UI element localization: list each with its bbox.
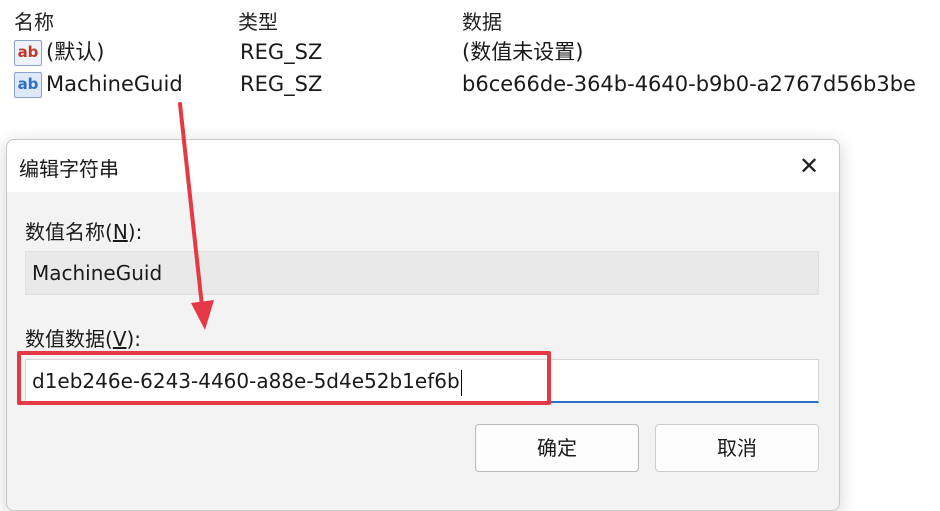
ok-button[interactable]: 确定 [475, 424, 639, 472]
row-name: (默认) [46, 40, 105, 64]
row-type: REG_SZ [240, 40, 323, 64]
string-value-icon: ab [14, 72, 42, 98]
dialog-title: 编辑字符串 [19, 157, 119, 181]
column-header-name[interactable]: 名称 [14, 6, 54, 35]
value-name-field: MachineGuid [25, 251, 819, 295]
registry-row-machineguid[interactable]: ab MachineGuid REG_SZ b6ce66de-364b-4640… [0, 68, 940, 100]
row-data: b6ce66de-364b-4640-b9b0-a2767d56b3be [462, 72, 916, 96]
dialog-titlebar[interactable]: 编辑字符串 ✕ [7, 140, 839, 192]
red-highlight-box [17, 351, 551, 405]
value-data-label: 数值数据(V): [25, 327, 142, 351]
value-name-label: 数值名称(N): [25, 220, 143, 244]
registry-row-default[interactable]: ab (默认) REG_SZ (数值未设置) [0, 36, 940, 68]
row-data: (数值未设置) [462, 40, 584, 64]
cancel-button[interactable]: 取消 [655, 424, 819, 472]
column-header-data[interactable]: 数据 [462, 6, 502, 35]
string-value-icon: ab [14, 40, 42, 66]
edit-string-dialog: 编辑字符串 ✕ 数值名称(N): MachineGuid 数值数据(V): d1… [6, 139, 840, 511]
row-name: MachineGuid [46, 72, 183, 96]
registry-value-list: 名称 类型 数据 ab (默认) REG_SZ (数值未设置) ab Machi… [0, 0, 940, 140]
close-icon[interactable]: ✕ [791, 148, 827, 184]
row-type: REG_SZ [240, 72, 323, 96]
column-header-type[interactable]: 类型 [238, 6, 278, 35]
